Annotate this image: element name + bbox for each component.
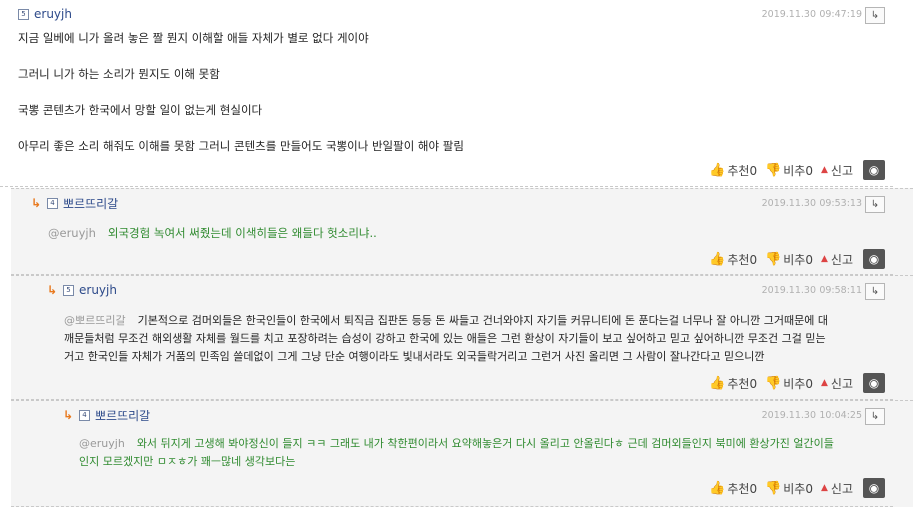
thumbs-up-icon: 👍: [709, 251, 726, 267]
thumbs-down-icon: 👎: [765, 251, 782, 267]
upvote-button[interactable]: 👍 추천0: [709, 480, 757, 497]
comment-2: ↳ 4 뽀르뜨리갈 2019.11.30 09:53:13 ↳ @eruyjh 외…: [11, 188, 913, 275]
downvote-button[interactable]: 👎 비추0: [765, 480, 813, 497]
comment-line: @뽀르뜨리갈 기본적으로 검머외들은 한국인들이 한국에서 퇴직금 집판돈 등등 …: [64, 314, 828, 327]
comment-paragraph: 국뽕 콘텐츠가 한국에서 망할 일이 없는게 현실이다: [18, 103, 263, 117]
upvote-button[interactable]: 👍 추천0: [709, 162, 757, 179]
comment-actions: 👍 추천0 👎 비추0 ▲ 신고 ◉: [701, 478, 885, 498]
downvote-button[interactable]: 👎 비추0: [765, 251, 813, 268]
comment-line: 인지 모르겠지만 ㅁㅈㅎ가 꽤ㅡ많네 생각보다는: [79, 455, 296, 468]
siren-icon: ▲: [820, 254, 828, 264]
siren-icon: ▲: [820, 483, 828, 493]
comment-date: 2019.11.30 10:04:25: [761, 410, 862, 421]
report-button[interactable]: ▲ 신고: [821, 251, 853, 268]
level-icon: 5: [63, 284, 74, 296]
reply-button[interactable]: ↳: [865, 7, 885, 24]
mention[interactable]: @eruyjh: [48, 226, 96, 240]
thumbs-down-icon: 👎: [765, 480, 782, 496]
comment-author[interactable]: eruyjh: [34, 7, 72, 21]
comment-actions: 👍 추천0 👎 비추0 ▲ 신고 ◉: [701, 249, 885, 269]
level-icon: 4: [79, 409, 90, 421]
siren-icon: ▲: [820, 165, 828, 175]
comment-line: 깨문들처럼 무조건 해외생활 자체를 월드를 치고 포장하려는 습성이 강하고 …: [64, 332, 826, 345]
thumbs-up-icon: 👍: [709, 162, 726, 178]
comment-date: 2019.11.30 09:47:19: [761, 9, 862, 20]
reply-button[interactable]: ↳: [865, 408, 885, 425]
thumbs-up-icon: 👍: [709, 480, 726, 496]
reply-arrow-icon: ↳: [31, 196, 42, 210]
comment-1: 5 eruyjh 2019.11.30 09:47:19 ↳ 지금 일베에 니가…: [0, 0, 913, 187]
downvote-button[interactable]: 👎 비추0: [765, 162, 813, 179]
comment-date: 2019.11.30 09:58:11: [761, 285, 862, 296]
siren-icon: ▲: [820, 378, 828, 388]
comment-header: 5 eruyjh: [18, 6, 72, 22]
comment-paragraph: 그러니 니가 하는 소리가 뭔지도 이해 못함: [18, 67, 220, 81]
comment-text: 외국경험 녹여서 써줬는데 이색히들은 왜들다 헛소리냐..: [107, 226, 377, 240]
report-button[interactable]: ▲ 신고: [821, 162, 853, 179]
comment-actions: 👍 추천0 👎 비추0 ▲ 신고 ◉: [701, 373, 885, 393]
hide-icon[interactable]: ◉: [863, 160, 885, 180]
reply-button[interactable]: ↳: [865, 283, 885, 300]
upvote-button[interactable]: 👍 추천0: [709, 375, 757, 392]
thumbs-down-icon: 👎: [765, 162, 782, 178]
comment-header: ↳ 4 뽀르뜨리갈: [63, 407, 150, 423]
hide-icon[interactable]: ◉: [863, 249, 885, 269]
comment-date: 2019.11.30 09:53:13: [761, 198, 862, 209]
report-button[interactable]: ▲ 신고: [821, 480, 853, 497]
reply-button[interactable]: ↳: [865, 196, 885, 213]
upvote-button[interactable]: 👍 추천0: [709, 251, 757, 268]
comment-line: 거고 한국인들 자체가 거품의 민족임 쓸데없이 그게 그냥 단순 여행이라도 …: [64, 350, 765, 363]
comment-author[interactable]: 뽀르뜨리갈: [63, 195, 118, 212]
hide-icon[interactable]: ◉: [863, 478, 885, 498]
comment-line: @eruyjh 와서 뒤지게 고생해 봐야정신이 들지 ㅋㅋ 그래도 내가 착한편…: [79, 437, 834, 450]
comment-header: ↳ 5 eruyjh: [47, 282, 117, 298]
comment-4: ↳ 4 뽀르뜨리갈 2019.11.30 10:04:25 ↳ @eruyjh 와…: [11, 400, 913, 507]
thumbs-down-icon: 👎: [765, 375, 782, 391]
mention[interactable]: @뽀르뜨리갈: [64, 314, 126, 327]
level-icon: 5: [18, 8, 29, 20]
comment-header: ↳ 4 뽀르뜨리갈: [31, 195, 118, 211]
report-button[interactable]: ▲ 신고: [821, 375, 853, 392]
downvote-button[interactable]: 👎 비추0: [765, 375, 813, 392]
mention[interactable]: @eruyjh: [79, 437, 125, 450]
comment-actions: 👍 추천0 👎 비추0 ▲ 신고 ◉: [701, 160, 885, 180]
level-icon: 4: [47, 197, 58, 209]
comment-author[interactable]: 뽀르뜨리갈: [95, 407, 150, 424]
thumbs-up-icon: 👍: [709, 375, 726, 391]
reply-arrow-icon: ↳: [47, 283, 58, 297]
comment-paragraph: 아무리 좋은 소리 해줘도 이해를 못함 그러니 콘텐츠를 만들어도 국뽕이나 …: [18, 139, 464, 153]
comment-body: 지금 일베에 니가 올려 놓은 짤 뭔지 이해할 애들 자체가 별로 없다 게이…: [18, 29, 464, 173]
hide-icon[interactable]: ◉: [863, 373, 885, 393]
comment-body: @뽀르뜨리갈 기본적으로 검머외들은 한국인들이 한국에서 퇴직금 집판돈 등등 …: [64, 312, 885, 366]
comment-author[interactable]: eruyjh: [79, 283, 117, 297]
comment-body: @eruyjh 와서 뒤지게 고생해 봐야정신이 들지 ㅋㅋ 그래도 내가 착한편…: [79, 435, 885, 471]
reply-arrow-icon: ↳: [63, 408, 74, 422]
comment-body: @eruyjh 외국경험 녹여서 써줬는데 이색히들은 왜들다 헛소리냐..: [48, 224, 377, 242]
comment-paragraph: 지금 일베에 니가 올려 놓은 짤 뭔지 이해할 애들 자체가 별로 없다 게이…: [18, 31, 369, 45]
comment-3: ↳ 5 eruyjh 2019.11.30 09:58:11 ↳ @뽀르뜨리갈 기…: [11, 275, 913, 400]
